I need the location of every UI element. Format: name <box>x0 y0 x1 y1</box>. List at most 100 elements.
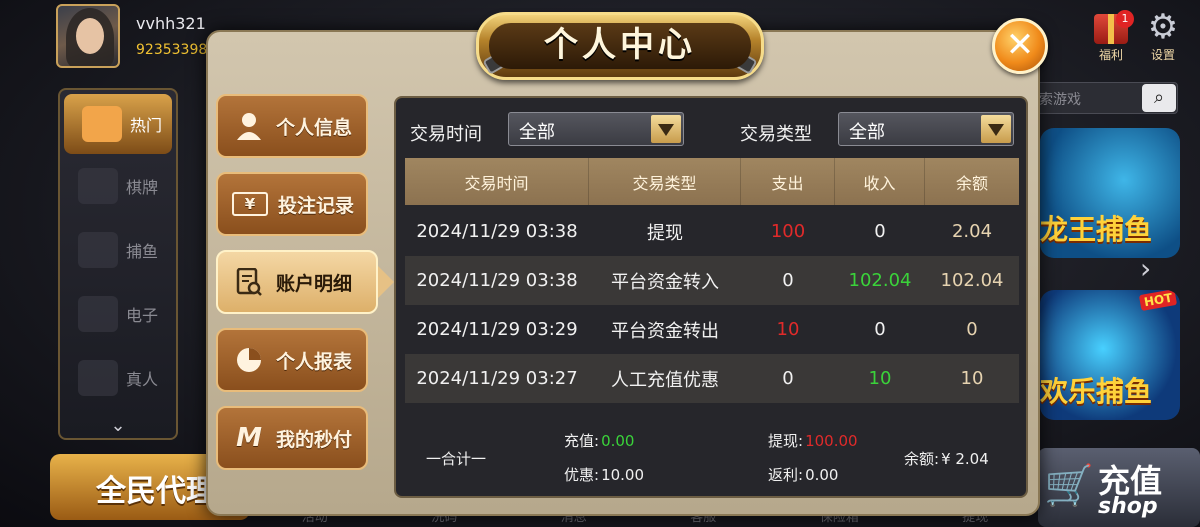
table-row: 2024/11/29 03:27 人工充值优惠 0 10 10 <box>405 354 1019 403</box>
cell-expense: 0 <box>782 368 794 389</box>
filter-type-label: 交易类型 <box>740 124 812 145</box>
summary-key: 余额: <box>904 450 940 468</box>
m-logo-icon: M <box>232 423 266 453</box>
nav-item-fishing[interactable]: 捕鱼 <box>60 218 176 282</box>
cell-balance: 2.04 <box>951 221 993 242</box>
tab-label: 个人信息 <box>276 116 353 139</box>
tab-bet-records[interactable]: ¥ 投注记录 <box>216 172 368 236</box>
settings-button[interactable]: ⚙ 设置 <box>1138 10 1188 66</box>
hot-badge: HOT <box>1138 290 1178 312</box>
dropdown-arrow-icon[interactable] <box>981 115 1011 143</box>
cell-expense: 100 <box>770 221 806 242</box>
column-header: 交易类型 <box>589 158 741 205</box>
summary-value: ¥ 2.04 <box>941 450 989 468</box>
nav-item-cards[interactable]: 棋牌 <box>60 154 176 218</box>
summary-key: 返利: <box>768 466 804 484</box>
person-icon <box>232 111 266 141</box>
recharge-shop-button[interactable]: 🛒 充值 shop <box>1038 448 1200 527</box>
summary-rebate: 返利: 0.00 <box>766 464 838 485</box>
cell-balance: 102.04 <box>940 270 1004 291</box>
select-value: 全部 <box>519 122 555 143</box>
filter-time-label: 交易时间 <box>410 124 482 145</box>
tab-personal-report[interactable]: 个人报表 <box>216 328 368 392</box>
gear-icon: ⚙ <box>1147 7 1179 47</box>
m-logo-letter: M <box>236 423 262 453</box>
dealer-icon <box>78 360 118 396</box>
fish-icon <box>78 232 118 268</box>
cell-time: 2024/11/29 03:38 <box>416 221 578 242</box>
select-value: 全部 <box>849 122 885 143</box>
chevron-right-icon[interactable]: › <box>1140 252 1151 285</box>
tab-instant-pay[interactable]: M 我的秒付 <box>216 406 368 470</box>
summary-recharge: 充值: 0.00 <box>562 430 634 451</box>
nav-item-label: 棋牌 <box>126 178 159 197</box>
cell-income: 10 <box>868 368 892 389</box>
nav-item-label: 捕鱼 <box>126 242 159 261</box>
slot-machine-icon <box>78 296 118 332</box>
chevron-down-icon[interactable]: ⌄ <box>60 415 176 436</box>
document-search-icon <box>232 267 266 297</box>
cell-expense: 0 <box>782 270 794 291</box>
notification-badge: 1 <box>1116 10 1134 28</box>
type-filter-select[interactable]: 全部 <box>838 112 1014 146</box>
table-header: 交易时间 交易类型 支出 收入 余额 <box>405 158 1019 205</box>
welfare-label: 福利 <box>1098 48 1123 62</box>
summary-value: 100.00 <box>805 432 858 450</box>
nav-item-hot[interactable]: 热门 <box>64 94 172 154</box>
hot-flame-icon <box>82 106 122 142</box>
cell-balance: 10 <box>960 368 984 389</box>
game-category-nav: 热门 棋牌 捕鱼 电子 真人 ⌄ <box>58 88 178 440</box>
nav-item-slots[interactable]: 电子 <box>60 282 176 346</box>
money-symbol: ¥ <box>244 195 256 213</box>
tab-account-details[interactable]: 账户明细 <box>216 250 394 314</box>
settings-label: 设置 <box>1150 48 1175 62</box>
nav-item-live[interactable]: 真人 <box>60 346 176 410</box>
cell-income: 0 <box>874 319 886 340</box>
game-title: 欢乐捕鱼 <box>1040 375 1153 408</box>
cell-balance: 0 <box>966 319 978 340</box>
column-header: 收入 <box>835 158 925 205</box>
shopping-cart-icon: 🛒 <box>1044 463 1094 509</box>
lobby-screen: vvhh321 92353398 1 福利 ⚙ 设置 热门 棋牌 捕鱼 电子 真… <box>0 0 1200 527</box>
cell-type: 人工充值优惠 <box>611 369 719 391</box>
nav-item-label: 热门 <box>130 116 163 135</box>
dropdown-arrow-icon[interactable] <box>651 115 681 143</box>
summary-balance: 余额: ¥ 2.04 <box>902 448 989 469</box>
summary-value: 10.00 <box>601 466 645 484</box>
close-icon: ✕ <box>1005 25 1035 65</box>
summary-value: 0.00 <box>805 466 839 484</box>
cell-income: 0 <box>874 221 886 242</box>
summary-withdraw: 提现: 100.00 <box>766 430 858 451</box>
time-filter-select[interactable]: 全部 <box>508 112 684 146</box>
search-icon[interactable]: ⌕ <box>1142 84 1176 112</box>
summary-key: 优惠: <box>564 466 600 484</box>
shop-label: shop <box>1098 494 1158 519</box>
summary-key: 提现: <box>768 432 804 450</box>
avatar-face <box>76 18 104 54</box>
cell-expense: 10 <box>776 319 800 340</box>
dialog-title: 个人中心 <box>489 23 751 69</box>
close-button[interactable]: ✕ <box>992 18 1048 74</box>
column-header: 支出 <box>741 158 835 205</box>
summary-total-label: 一合计一 <box>426 450 487 468</box>
tab-label: 我的秒付 <box>276 428 353 451</box>
game-tile[interactable]: 龙王捕鱼 <box>1040 128 1180 258</box>
cell-income: 102.04 <box>848 270 912 291</box>
cell-time: 2024/11/29 03:29 <box>416 319 578 340</box>
cell-type: 平台资金转入 <box>611 271 719 293</box>
avatar[interactable] <box>56 4 120 68</box>
table-row: 2024/11/29 03:38 平台资金转入 0 102.04 102.04 <box>405 256 1019 305</box>
column-header: 交易时间 <box>405 158 589 205</box>
table-row: 2024/11/29 03:38 提现 100 0 2.04 <box>405 207 1019 256</box>
summary-bonus: 优惠: 10.00 <box>562 464 644 485</box>
cell-time: 2024/11/29 03:38 <box>416 270 578 291</box>
game-tile[interactable]: HOT 欢乐捕鱼 <box>1040 290 1180 420</box>
cards-icon <box>78 168 118 204</box>
welfare-button[interactable]: 1 福利 <box>1086 10 1136 66</box>
summary-value: 0.00 <box>601 432 635 450</box>
game-title: 龙王捕鱼 <box>1040 213 1153 246</box>
tab-personal-info[interactable]: 个人信息 <box>216 94 368 158</box>
dialog-title-plate: 个人中心 <box>476 12 764 80</box>
column-header: 余额 <box>955 173 988 193</box>
pie-chart-icon <box>232 345 266 375</box>
